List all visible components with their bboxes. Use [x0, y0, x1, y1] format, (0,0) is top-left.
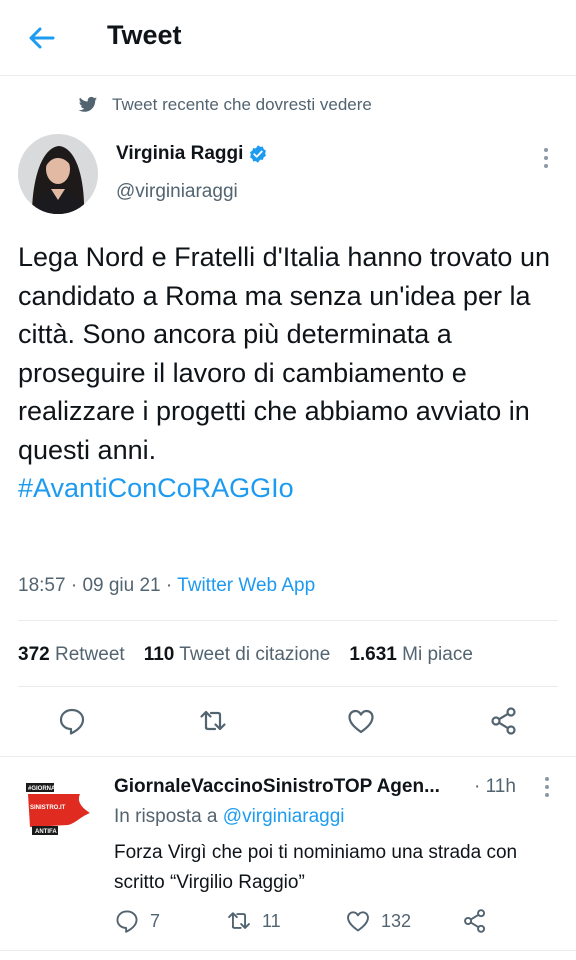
heart-icon [348, 709, 374, 734]
reply-more-options-button[interactable] [537, 774, 557, 800]
context-label: Tweet recente che dovresti vedere [112, 95, 372, 114]
reply-icon [59, 708, 85, 735]
tweet-context: Tweet recente che dovresti vedere [78, 93, 372, 117]
likes-label: Mi piace [402, 644, 473, 665]
quotes-label: Tweet di citazione [179, 644, 331, 665]
verified-badge-icon [250, 145, 267, 163]
author-avatar[interactable] [18, 134, 98, 214]
share-button[interactable] [489, 706, 519, 736]
logo-text-top: #GIORNALE [28, 786, 63, 792]
logo-text-bottom: ANTIFA [35, 829, 57, 835]
replying-to: In risposta a @virginiaraggi [114, 806, 345, 828]
twitter-bird-icon [78, 96, 98, 112]
retweets-count: 372 [18, 644, 50, 665]
newspaper-flag-logo: #GIORNALE SINISTRO.IT ANTIFA [24, 773, 94, 843]
share-icon [464, 909, 486, 933]
reply-button[interactable] [57, 706, 87, 736]
quotes-stat[interactable]: 110 Tweet di citazione [144, 644, 331, 666]
retweets-label: Retweet [54, 644, 125, 665]
logo-text-mid: SINISTRO.IT [30, 805, 66, 811]
reply-share-button[interactable] [462, 906, 488, 936]
reply-author-avatar[interactable]: #GIORNALE SINISTRO.IT ANTIFA [24, 773, 94, 843]
avatar-photo-icon [18, 134, 98, 214]
engagement-stats: 372 Retweet 110 Tweet di citazione 1.631… [18, 640, 492, 670]
tweet-time: 18:57 [18, 575, 66, 596]
reply-replies-count: 7 [150, 910, 161, 931]
tweet-meta: 18:57 · 09 giu 21 · Twitter Web App [18, 575, 315, 597]
like-button[interactable] [346, 706, 376, 736]
reply-retweet-button[interactable]: 11 [226, 906, 281, 936]
hashtag-link[interactable]: #AvantiConCoRAGGIo [18, 473, 294, 503]
tweet-body: Lega Nord e Fratelli d'Italia hanno trov… [18, 242, 550, 465]
reply-actions: 7 11 132 [114, 906, 554, 936]
reply-like-button[interactable]: 132 [345, 906, 411, 936]
reply-text: Forza Virgì che poi ti nominiamo una str… [114, 842, 518, 893]
more-vertical-icon [545, 777, 549, 797]
replying-to-prefix: In risposta a [114, 806, 218, 827]
retweet-icon [200, 710, 226, 731]
reply-time-text: 11h [485, 776, 516, 797]
reply-icon [116, 910, 138, 933]
tweet-date: 09 giu 21 [82, 575, 161, 596]
page-title: Tweet [107, 20, 182, 50]
author-name[interactable]: Virginia Raggi [116, 143, 268, 165]
reply-meta-separator: · [474, 776, 481, 797]
section-divider [0, 950, 576, 951]
replying-to-mention[interactable]: @virginiaraggi [223, 806, 345, 827]
divider [18, 686, 558, 687]
reply-author-name[interactable]: GiornaleVaccinoSinistroTOP Agen... [114, 776, 440, 798]
section-divider [0, 756, 576, 757]
reply-timestamp: · 11h [474, 776, 516, 798]
retweets-stat[interactable]: 372 Retweet [18, 644, 125, 666]
likes-stat[interactable]: 1.631 Mi piace [349, 644, 473, 666]
retweet-icon [228, 912, 250, 929]
heart-icon [347, 911, 369, 932]
more-options-button[interactable] [536, 144, 556, 172]
tweet-text: Lega Nord e Fratelli d'Italia hanno trov… [18, 238, 566, 508]
likes-count: 1.631 [349, 644, 397, 665]
retweet-button[interactable] [198, 706, 228, 736]
top-bar: Tweet [0, 0, 576, 76]
more-vertical-icon [544, 148, 548, 168]
meta-separator: · [70, 575, 78, 596]
reply-likes-count: 132 [381, 910, 412, 931]
arrow-left-icon [29, 27, 55, 49]
reply-retweets-count: 11 [262, 910, 281, 931]
reply-reply-button[interactable]: 7 [114, 906, 160, 936]
back-button[interactable] [24, 20, 60, 56]
quotes-count: 110 [143, 644, 175, 665]
meta-separator: · [165, 575, 173, 596]
author-handle[interactable]: @virginiaraggi [116, 181, 238, 203]
tweet-actions [0, 700, 576, 744]
share-icon [491, 707, 516, 735]
divider [18, 620, 558, 621]
author-name-text: Virginia Raggi [116, 143, 244, 164]
tweet-source-link[interactable]: Twitter Web App [177, 575, 315, 596]
